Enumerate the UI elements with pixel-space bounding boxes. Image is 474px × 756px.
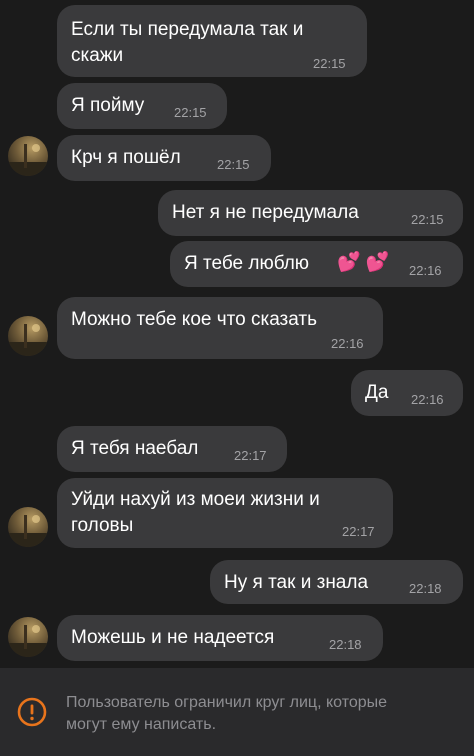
message-time: 22:18 (409, 581, 442, 596)
message-time: 22:15 (313, 56, 346, 71)
message-bubble-incoming[interactable]: Можешь и не надеется 22:18 (57, 615, 383, 661)
message-time: 22:17 (234, 448, 267, 463)
message-text: Нет я не передумала (172, 202, 359, 223)
message-bubble-incoming[interactable]: Уйди нахуй из моеи жизни и головы 22:17 (57, 478, 393, 548)
chat-area[interactable]: Если ты передумала так и скажи 22:15 Я п… (0, 0, 474, 668)
message-bubble-incoming[interactable]: Если ты передумала так и скажи 22:15 (57, 5, 367, 77)
message-text: Уйди нахуй из моеи жизни и головы (71, 489, 320, 536)
message-time: 22:15 (217, 157, 250, 172)
message-bubble-outgoing[interactable]: Я тебе люблю 💕 💕 22:16 (170, 241, 463, 287)
contact-avatar[interactable] (8, 617, 48, 657)
message-time: 22:15 (411, 212, 444, 227)
message-time: 22:15 (174, 105, 207, 120)
message-text: Я тебя наебал (71, 438, 199, 459)
message-text: Ну я так и знала (224, 572, 369, 593)
restriction-notice-text: Пользователь ограничил круг лиц, которые… (66, 694, 388, 733)
message-text: Можешь и не надеется (71, 627, 275, 648)
message-text: Можно тебе кое что сказать (71, 309, 318, 330)
message-bubble-incoming[interactable]: Крч я пошёл 22:15 (57, 135, 271, 181)
message-bubble-outgoing[interactable]: Ну я так и знала 22:18 (210, 560, 463, 604)
message-text: Я тебе люблю (184, 253, 310, 274)
message-text: Я пойму (71, 95, 145, 116)
contact-avatar[interactable] (8, 136, 48, 176)
message-bubble-incoming[interactable]: Можно тебе кое что сказать 22:16 (57, 297, 383, 359)
hearts-emoji: 💕 💕 (337, 252, 390, 273)
message-bubble-outgoing[interactable]: Да 22:16 (351, 370, 463, 416)
message-bubble-incoming[interactable]: Я тебя наебал 22:17 (57, 426, 287, 472)
message-text: Если ты передумала так и скажи (71, 19, 304, 66)
message-text: Да (365, 382, 389, 403)
contact-avatar[interactable] (8, 507, 48, 547)
message-bubble-incoming[interactable]: Я пойму 22:15 (57, 83, 227, 129)
warning-icon (17, 697, 47, 727)
message-time: 22:18 (329, 637, 362, 652)
message-bubble-outgoing[interactable]: Нет я не передумала 22:15 (158, 190, 463, 236)
message-time: 22:16 (409, 263, 442, 278)
message-text: Крч я пошёл (71, 147, 181, 168)
message-time: 22:17 (342, 524, 375, 539)
contact-avatar[interactable] (8, 316, 48, 356)
message-time: 22:16 (331, 336, 364, 351)
message-time: 22:16 (411, 392, 444, 407)
